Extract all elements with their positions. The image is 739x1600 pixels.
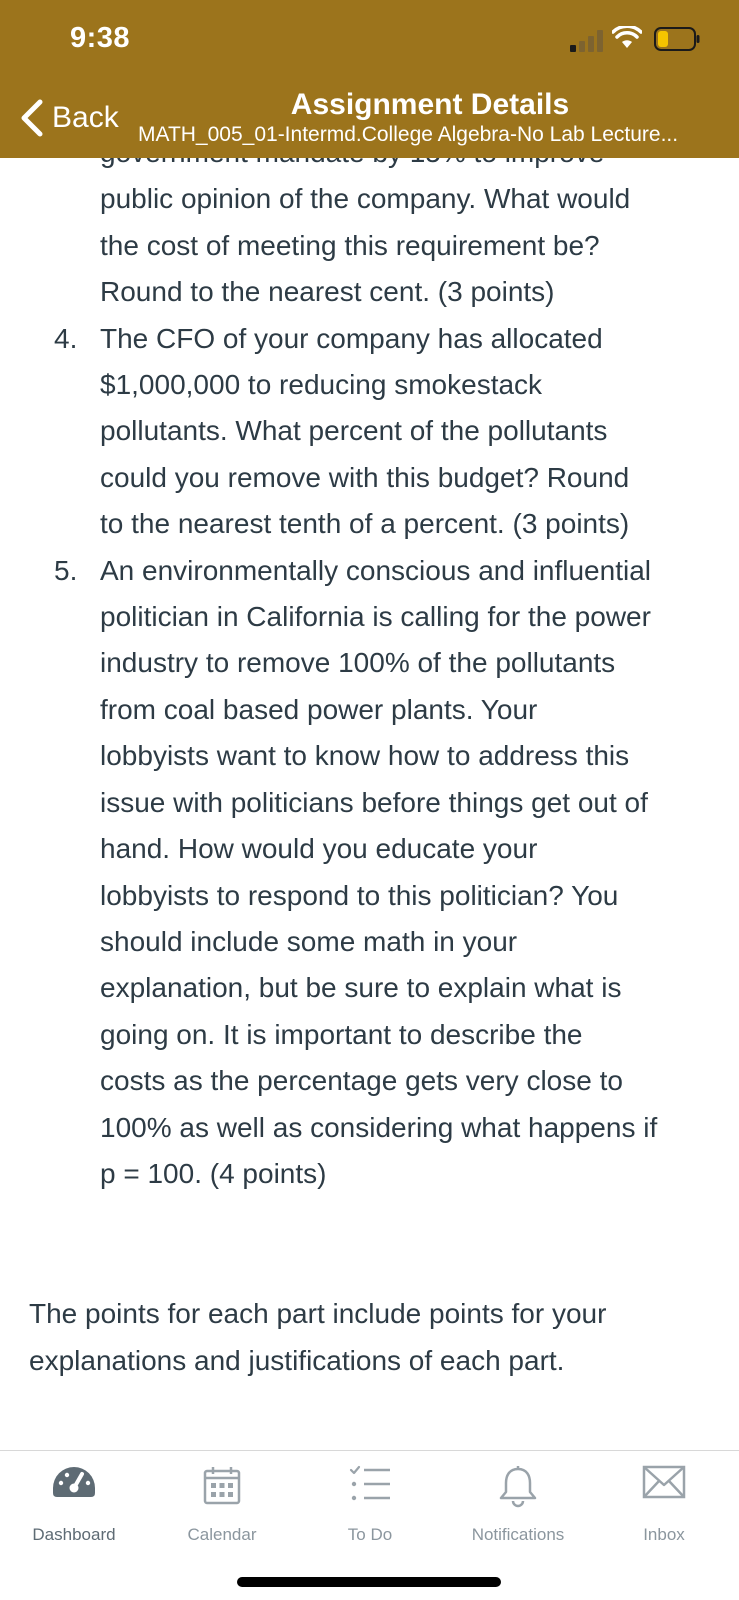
tab-label: Inbox	[643, 1525, 685, 1544]
text-line: The CFO of your company has allocated	[100, 322, 603, 354]
text-line: pollutants. What percent of the pollutan…	[100, 415, 608, 447]
status-time: 9:38	[70, 22, 131, 54]
text-line: The points for each part include points …	[29, 1298, 607, 1330]
navigation-header: 9:38 Back Assignment Details MATH_005_01…	[0, 0, 739, 158]
text-line: Round to the nearest cent. (3 points)	[100, 276, 555, 308]
cellular-signal-icon	[570, 30, 603, 52]
bell-icon	[499, 1466, 537, 1508]
text-line: from coal based power plants. Your	[100, 693, 538, 725]
tab-label: Dashboard	[32, 1525, 116, 1544]
envelope-icon	[642, 1465, 686, 1499]
text-line: p = 100. (4 points)	[100, 1157, 327, 1189]
text-line: industry to remove 100% of the pollutant…	[100, 647, 616, 679]
list-number: 5.	[54, 554, 78, 586]
chevron-left-icon	[21, 99, 43, 137]
tab-inbox[interactable]: Inbox	[590, 1451, 738, 1561]
text-line: going on. It is important to describe th…	[100, 1018, 583, 1050]
text-line: politician in California is calling for …	[100, 601, 651, 633]
assignment-description[interactable]: government mandate by 15% to improve pub…	[0, 158, 739, 1450]
text-line: explanation, but be sure to explain what…	[100, 972, 622, 1004]
dashboard-icon	[53, 1467, 95, 1497]
text-line: government mandate by 15% to improve	[100, 158, 719, 176]
back-button[interactable]: Back	[18, 96, 119, 140]
text-line: the cost of meeting this requirement be?	[100, 229, 600, 261]
text-line: should include some math in your	[100, 925, 518, 957]
list-item-5: 5. An environmentally conscious and infl…	[0, 548, 739, 1198]
text-line: hand. How would you educate your	[100, 833, 538, 865]
text-line: lobbyists want to know how to address th…	[100, 740, 630, 772]
page-title: Assignment Details	[290, 88, 570, 121]
tab-label: To Do	[347, 1525, 393, 1544]
text-line: could you remove with this budget? Round	[100, 461, 630, 493]
home-indicator[interactable]	[237, 1577, 501, 1587]
text-line: issue with politicians before things get…	[100, 786, 648, 818]
text-line: lobbyists to respond to this politician?…	[100, 879, 619, 911]
course-subtitle: MATH_005_01-Intermd.College Algebra-No L…	[138, 123, 679, 146]
text-line: to the nearest tenth of a percent. (3 po…	[100, 508, 630, 540]
tab-notifications[interactable]: Notifications	[444, 1451, 592, 1561]
tab-calendar[interactable]: Calendar	[148, 1451, 296, 1561]
tab-dashboard[interactable]: Dashboard	[0, 1451, 148, 1561]
list-number: 4.	[54, 322, 78, 354]
tab-label: Calendar	[187, 1525, 257, 1544]
text-line: explanations and justifications of each …	[29, 1344, 565, 1376]
tab-todo[interactable]: To Do	[296, 1451, 444, 1561]
wifi-icon	[612, 26, 642, 48]
points-note: The points for each part include points …	[0, 1291, 739, 1384]
text-line: 100% as well as considering what happens…	[100, 1111, 658, 1143]
text-line: $1,000,000 to reducing smokestack	[100, 369, 543, 401]
back-label: Back	[52, 101, 119, 134]
battery-icon	[654, 27, 700, 51]
todo-icon	[349, 1465, 390, 1501]
text-line: public opinion of the company. What woul…	[100, 183, 631, 215]
text-line: costs as the percentage gets very close …	[100, 1065, 623, 1097]
text-line: An environmentally conscious and influen…	[100, 554, 651, 586]
item-3-continuation: government mandate by 15% to improve pub…	[0, 158, 739, 316]
list-item-4: 4. The CFO of your company has allocated…	[0, 316, 739, 548]
tab-label: Notifications	[471, 1525, 565, 1544]
calendar-icon	[203, 1467, 241, 1505]
